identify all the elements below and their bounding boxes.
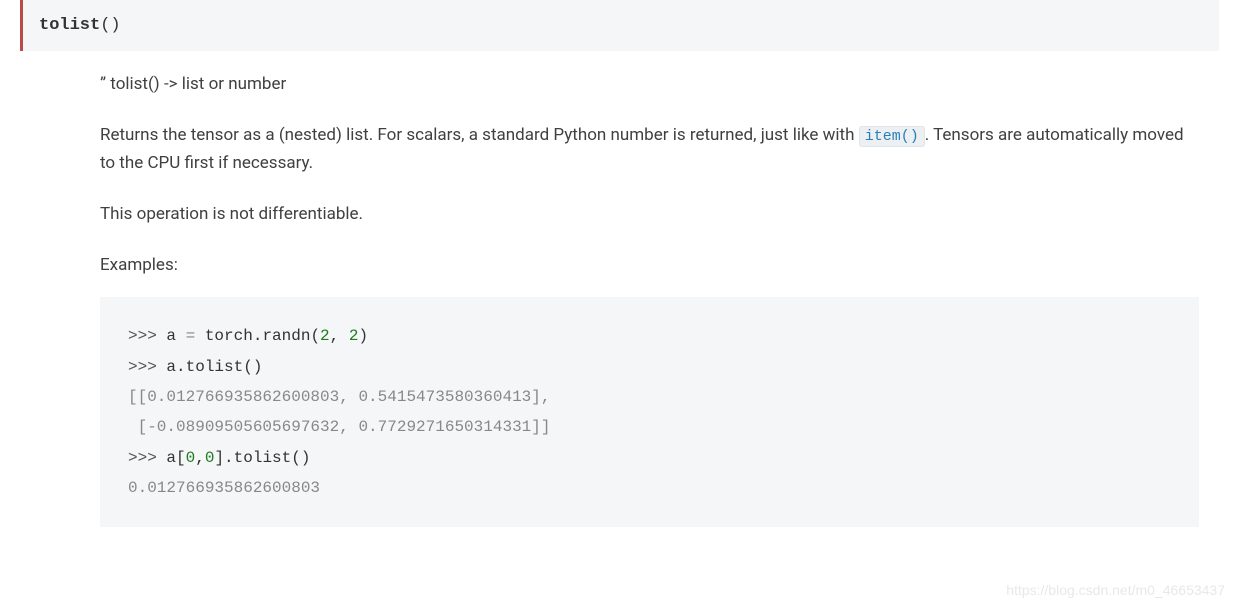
repl-prompt: >>> [128,358,166,376]
description-part1: Returns the tensor as a (nested) list. F… [100,125,859,145]
examples-label: Examples: [100,252,1199,279]
inline-code-item[interactable]: item() [859,126,925,147]
repl-prompt: >>> [128,449,166,467]
code-block: >>> a = torch.randn(2, 2) >>> a.tolist()… [100,297,1199,527]
code-num: 2 [320,327,330,345]
code-output: [[0.012766935862600803, 0.54154735803604… [128,388,550,406]
code-close: ].tolist() [214,449,310,467]
method-header: tolist() [20,0,1219,51]
note-paragraph: This operation is not differentiable. [100,201,1199,228]
watermark: https://blog.csdn.net/m0_46653437 [1006,579,1225,601]
code-close: ) [358,327,368,345]
code-expr: a.tolist() [166,358,262,376]
method-name: tolist [39,16,100,35]
code-op: = [176,327,205,345]
code-comma: , [195,449,205,467]
code-output: [-0.08909505605697632, 0.772927165031433… [128,418,550,436]
repl-prompt: >>> [128,327,166,345]
description-paragraph: Returns the tensor as a (nested) list. F… [100,122,1199,176]
code-var: a [166,327,176,345]
signature-line: ” tolist() -> list or number [100,71,1199,98]
code-output: 0.012766935862600803 [128,479,320,497]
code-var: a[ [166,449,185,467]
method-parens: () [100,16,120,35]
code-index: 0 [186,449,196,467]
code-call: torch.randn( [205,327,320,345]
code-comma: , [330,327,349,345]
method-content: ” tolist() -> list or number Returns the… [20,71,1219,527]
code-index: 0 [205,449,215,467]
